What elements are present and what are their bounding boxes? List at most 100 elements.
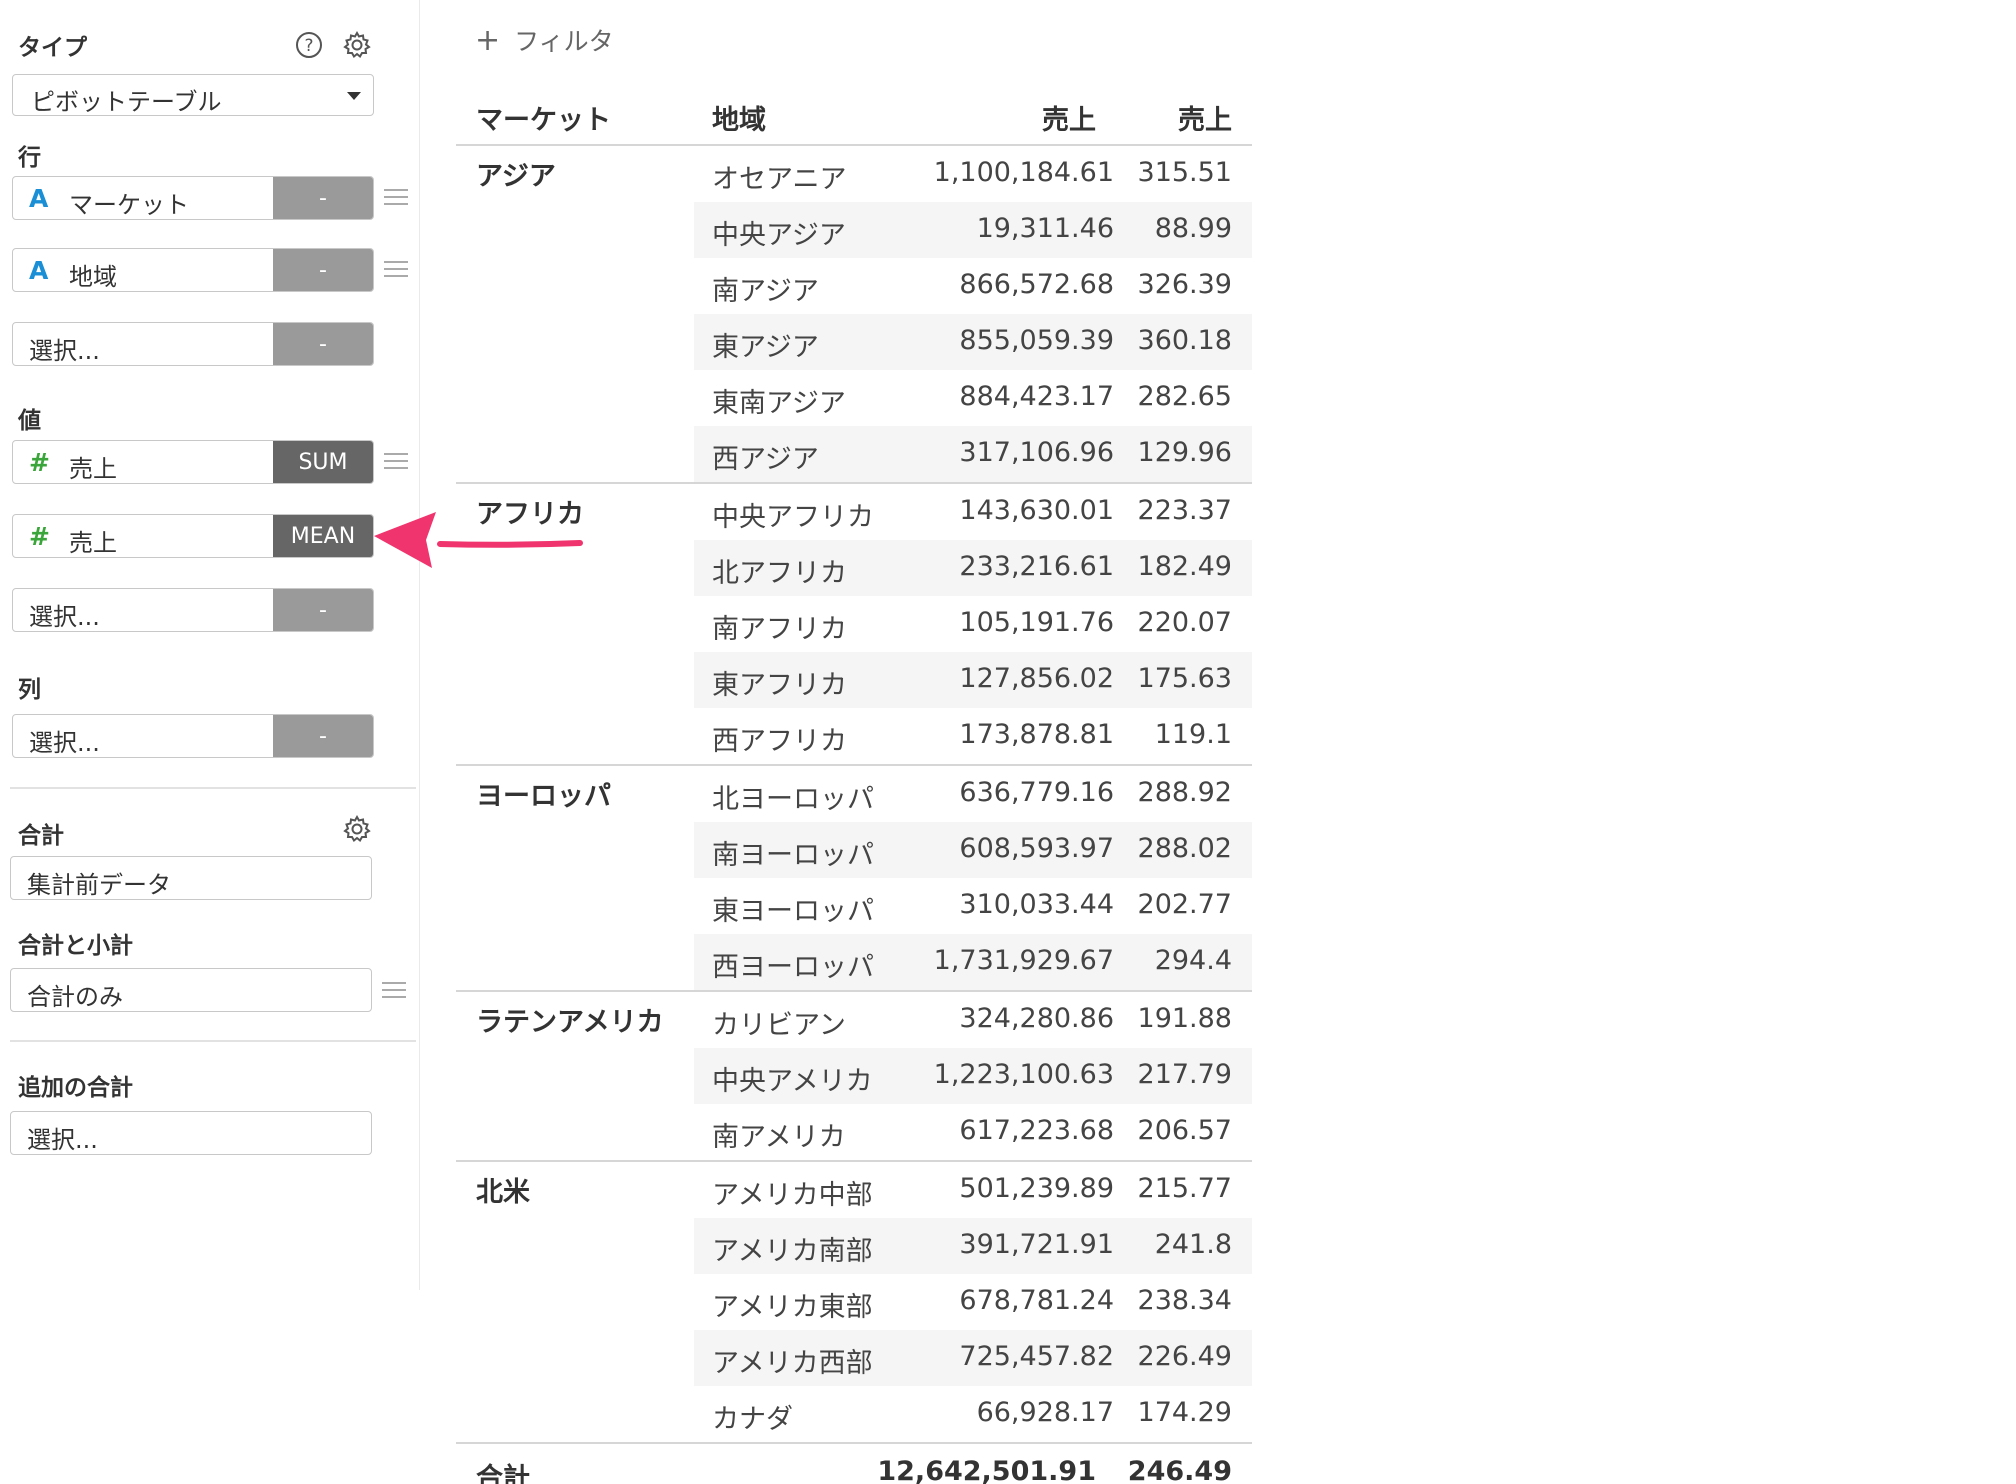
text-type-icon: A [29,256,49,285]
row-field-market[interactable]: A マーケット - [12,176,374,220]
table-row: 西アジア 317,106.96 129.96 [694,426,1252,482]
sales-sum-cell: 143,630.01 [959,495,1114,526]
table-row: カリビアン 324,280.86 191.88 [694,992,1252,1048]
market-group: アジア オセアニア 1,100,184.61 315.51 中央アジア 19,311.46… [456,146,1252,484]
type-select[interactable]: ピボットテーブル [12,74,374,116]
row-field-agg-button[interactable]: - [273,249,373,291]
sales-mean-cell: 119.1 [1154,719,1232,750]
sales-sum-cell: 391,721.91 [959,1229,1114,1260]
total-input-value: 集計前データ [27,871,171,899]
header-sales-sum[interactable]: 売上 [1042,98,1096,137]
value-field-agg-button[interactable]: MEAN [273,515,373,557]
total-input[interactable]: 集計前データ [10,856,372,900]
market-name: ラテンアメリカ [476,1007,664,1038]
region-cell: 西ヨーロッパ [712,952,874,983]
header-region[interactable]: 地域 [712,98,766,137]
region-cell: アメリカ南部 [712,1236,873,1267]
region-cell: アメリカ中部 [712,1180,873,1211]
gear-icon[interactable] [342,30,372,60]
market-name: アフリカ [476,499,584,530]
value-field-sales-mean[interactable]: # 売上 MEAN [12,514,374,558]
value-field-agg-button[interactable]: - [273,589,373,631]
region-cell: 南アメリカ [712,1122,846,1153]
table-row: オセアニア 1,100,184.61 315.51 [694,146,1252,202]
subtotal-input-value: 合計のみ [27,983,123,1011]
region-cell: 東南アジア [712,388,846,419]
table-row: 中央アジア 19,311.46 88.99 [694,202,1252,258]
text-type-icon: A [29,184,49,213]
header-sales-mean[interactable]: 売上 [1178,98,1232,137]
sales-sum-cell: 233,216.61 [959,551,1114,582]
row-field-region[interactable]: A 地域 - [12,248,374,292]
row-field-agg-button[interactable]: - [273,323,373,365]
region-cell: 南アフリカ [712,614,847,645]
divider [10,787,416,789]
region-cell: 中央アフリカ [712,502,874,533]
sales-sum-cell: 127,856.02 [959,663,1114,694]
region-cell: 東アフリカ [712,670,847,701]
sales-sum-cell: 501,239.89 [959,1173,1114,1204]
help-icon[interactable]: ? [294,30,324,60]
row-field-select[interactable]: 選択... - [12,322,374,366]
subtotal-input[interactable]: 合計のみ [10,968,372,1012]
table-row: アメリカ西部 725,457.82 226.49 [694,1330,1252,1386]
sales-mean-cell: 217.79 [1137,1059,1232,1090]
table-row: 南アジア 866,572.68 326.39 [694,258,1252,314]
table-row: アメリカ中部 501,239.89 215.77 [694,1162,1252,1218]
drag-handle-icon[interactable] [384,453,408,471]
value-field-sales-sum[interactable]: # 売上 SUM [12,440,374,484]
header-market[interactable]: マーケット [476,98,611,137]
extra-total-input[interactable]: 選択... [10,1111,372,1155]
add-filter-button[interactable]: + フィルタ [475,22,614,58]
sales-mean-cell: 215.77 [1137,1173,1232,1204]
value-field-select[interactable]: 選択... - [12,588,374,632]
sales-sum-cell: 855,059.39 [959,325,1114,356]
sales-sum-cell: 310,033.44 [959,889,1114,920]
svg-text:?: ? [304,36,313,56]
total-row-sum: 12,642,501.91 [877,1456,1096,1484]
rows-label: 行 [18,145,41,171]
sales-mean-cell: 220.07 [1137,607,1232,638]
plus-icon: + [475,23,501,58]
settings-sidebar: タイプ ? ピボットテーブル 行 A マーケット - A 地域 - 選択... … [0,0,420,1290]
sales-mean-cell: 360.18 [1137,325,1232,356]
number-type-icon: # [29,448,50,477]
value-field-label: 売上 [69,455,117,483]
sales-sum-cell: 317,106.96 [959,437,1114,468]
subtotal-label: 合計と小計 [18,933,133,959]
sales-sum-cell: 866,572.68 [959,269,1114,300]
sales-mean-cell: 129.96 [1137,437,1232,468]
region-cell: 東アジア [712,332,819,363]
column-field-select[interactable]: 選択... - [12,714,374,758]
value-field-agg-button[interactable]: SUM [273,441,373,483]
region-cell: カナダ [712,1404,793,1435]
drag-handle-icon[interactable] [382,982,406,1000]
sales-sum-cell: 1,100,184.61 [933,157,1114,188]
sales-sum-cell: 1,731,929.67 [933,945,1114,976]
table-row: アメリカ東部 678,781.24 238.34 [694,1274,1252,1330]
sales-sum-cell: 105,191.76 [959,607,1114,638]
market-name: ヨーロッパ [476,781,611,812]
table-body: アジア オセアニア 1,100,184.61 315.51 中央アジア 19,311.46… [456,146,1252,1444]
sales-mean-cell: 206.57 [1137,1115,1232,1146]
gear-icon[interactable] [342,814,372,844]
market-name: アジア [476,161,556,192]
sales-mean-cell: 202.77 [1137,889,1232,920]
table-row: 中央アメリカ 1,223,100.63 217.79 [694,1048,1252,1104]
sales-sum-cell: 66,928.17 [976,1397,1114,1428]
sales-sum-cell: 173,878.81 [959,719,1114,750]
market-group: ラテンアメリカ カリビアン 324,280.86 191.88 中央アメリカ 1,223,… [456,992,1252,1162]
row-field-agg-button[interactable]: - [273,177,373,219]
table-row: 北アフリカ 233,216.61 182.49 [694,540,1252,596]
sales-mean-cell: 315.51 [1137,157,1232,188]
sales-mean-cell: 226.49 [1137,1341,1232,1372]
market-group: ヨーロッパ 北ヨーロッパ 636,779.16 288.92 南ヨーロッパ 608,593… [456,766,1252,992]
sales-sum-cell: 608,593.97 [959,833,1114,864]
table-row: アメリカ南部 391,721.91 241.8 [694,1218,1252,1274]
drag-handle-icon[interactable] [384,189,408,207]
drag-handle-icon[interactable] [384,261,408,279]
region-cell: アメリカ西部 [712,1348,873,1379]
column-field-agg-button[interactable]: - [273,715,373,757]
sales-mean-cell: 175.63 [1137,663,1232,694]
sales-sum-cell: 884,423.17 [959,381,1114,412]
